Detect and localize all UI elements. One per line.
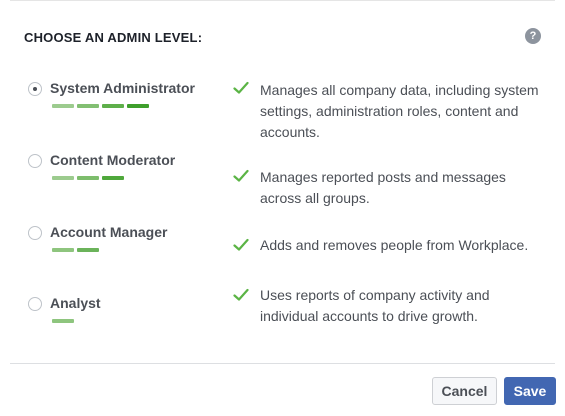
level-label[interactable]: Content Moderator bbox=[50, 152, 175, 168]
cancel-button[interactable]: Cancel bbox=[432, 377, 497, 405]
strength-bar bbox=[102, 104, 124, 108]
check-icon bbox=[233, 238, 249, 251]
level-description: Manages all company data, including syst… bbox=[260, 82, 539, 140]
level-description: Uses reports of company activity and ind… bbox=[260, 287, 490, 324]
strength-bar bbox=[77, 104, 99, 108]
radio-analyst[interactable] bbox=[28, 297, 42, 311]
strength-bar bbox=[77, 248, 99, 252]
strength-bar bbox=[127, 104, 149, 108]
level-label[interactable]: Analyst bbox=[50, 295, 101, 311]
dialog-header: CHOOSE AN ADMIN LEVEL: ? bbox=[24, 28, 541, 48]
level-description: Adds and removes people from Workplace. bbox=[260, 237, 529, 253]
dialog-title: CHOOSE AN ADMIN LEVEL: bbox=[24, 30, 203, 45]
radio-system-administrator[interactable] bbox=[28, 82, 42, 96]
check-icon bbox=[233, 81, 249, 94]
strength-bar bbox=[52, 248, 74, 252]
strength-bar bbox=[52, 176, 74, 180]
check-icon bbox=[233, 288, 249, 301]
question-circle-icon[interactable]: ? bbox=[525, 28, 541, 44]
strength-bar bbox=[77, 176, 99, 180]
strength-bars bbox=[52, 176, 124, 180]
admin-level-dialog: CHOOSE AN ADMIN LEVEL: ? System Administ… bbox=[0, 0, 565, 416]
radio-content-moderator[interactable] bbox=[28, 154, 42, 168]
level-label[interactable]: System Administrator bbox=[50, 80, 195, 96]
top-divider bbox=[10, 0, 555, 1]
check-icon bbox=[233, 169, 249, 182]
strength-bar bbox=[52, 104, 74, 108]
footer-divider bbox=[10, 363, 555, 364]
radio-account-manager[interactable] bbox=[28, 226, 42, 240]
strength-bar bbox=[52, 319, 74, 323]
level-description: Manages reported posts and messages acro… bbox=[260, 169, 506, 206]
strength-bars bbox=[52, 104, 149, 108]
level-label[interactable]: Account Manager bbox=[50, 224, 167, 240]
strength-bars bbox=[52, 319, 74, 323]
strength-bars bbox=[52, 248, 99, 252]
save-button[interactable]: Save bbox=[504, 377, 556, 405]
strength-bar bbox=[102, 176, 124, 180]
